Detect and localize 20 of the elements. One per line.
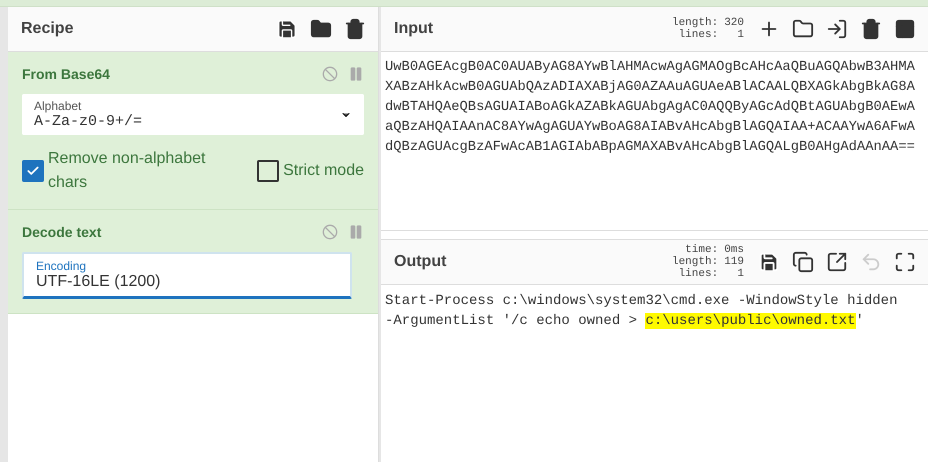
checkbox[interactable] — [22, 160, 44, 182]
field-label: Encoding — [36, 259, 88, 273]
panel-title: Output — [394, 252, 448, 270]
output-text: Start-Process c:\windows\system32\cmd.exe -WindowStyle hidden -ArgumentList '/c echo owned > c:\users\public\owned.txt' — [384, 292, 898, 330]
alphabet-select[interactable]: Alphabet A-Za-z0-9+/= — [22, 94, 364, 135]
input-stats: length: 320 lines: 1 — [672, 17, 744, 41]
operation-name: Decode text — [22, 224, 102, 240]
panel-title: Recipe — [21, 20, 74, 38]
checkbox-label: Remove non-alphabet chars — [48, 149, 206, 193]
checkbox[interactable] — [257, 160, 280, 182]
field-value: A-Za-z0-9+/= — [34, 113, 144, 130]
field-value: UTF-16LE (1200) — [36, 273, 162, 291]
checkbox-label: Strict mode — [283, 161, 364, 181]
input-text[interactable]: UwB0AGEAcgB0AC0AUAByAG8AYwBlAHMAcwAgAGMAOgBcAHcAaQBuAGQAbwB3AHMA XABzAHkAcwB0AGUAbQAzADIAXABjAG0AZAAuAGUAeABlACAALQBXAGkAbgBkAG8A dwBTAHQAeQBsAGUAIABoAGkAZABkAGUAbgAgAC0AQQByAGcAdQBtAGUAbgB0AEwA aQBzAHQAIAAnAC8AYwAgAGUAYwBoAG8AIABvAHcAbgBlAGQAIAA+ACAAYwA6AFwA dQBzAGUAcgBzAFwAcAB1AGIAbABpAGMAXABvAHcAbgBlAGQALgB0AHgAdAAnAA== — [381, 52, 928, 230]
field-label: Alphabet — [34, 99, 82, 113]
operation-name: From Base64 — [22, 66, 111, 82]
panel-title: Input — [394, 20, 434, 38]
checkmark-icon — [26, 164, 40, 178]
output-stats: time: 0ms length: 119 lines: 1 — [672, 244, 744, 280]
encoding-field[interactable]: Encoding UTF-16LE (1200) — [22, 252, 352, 299]
